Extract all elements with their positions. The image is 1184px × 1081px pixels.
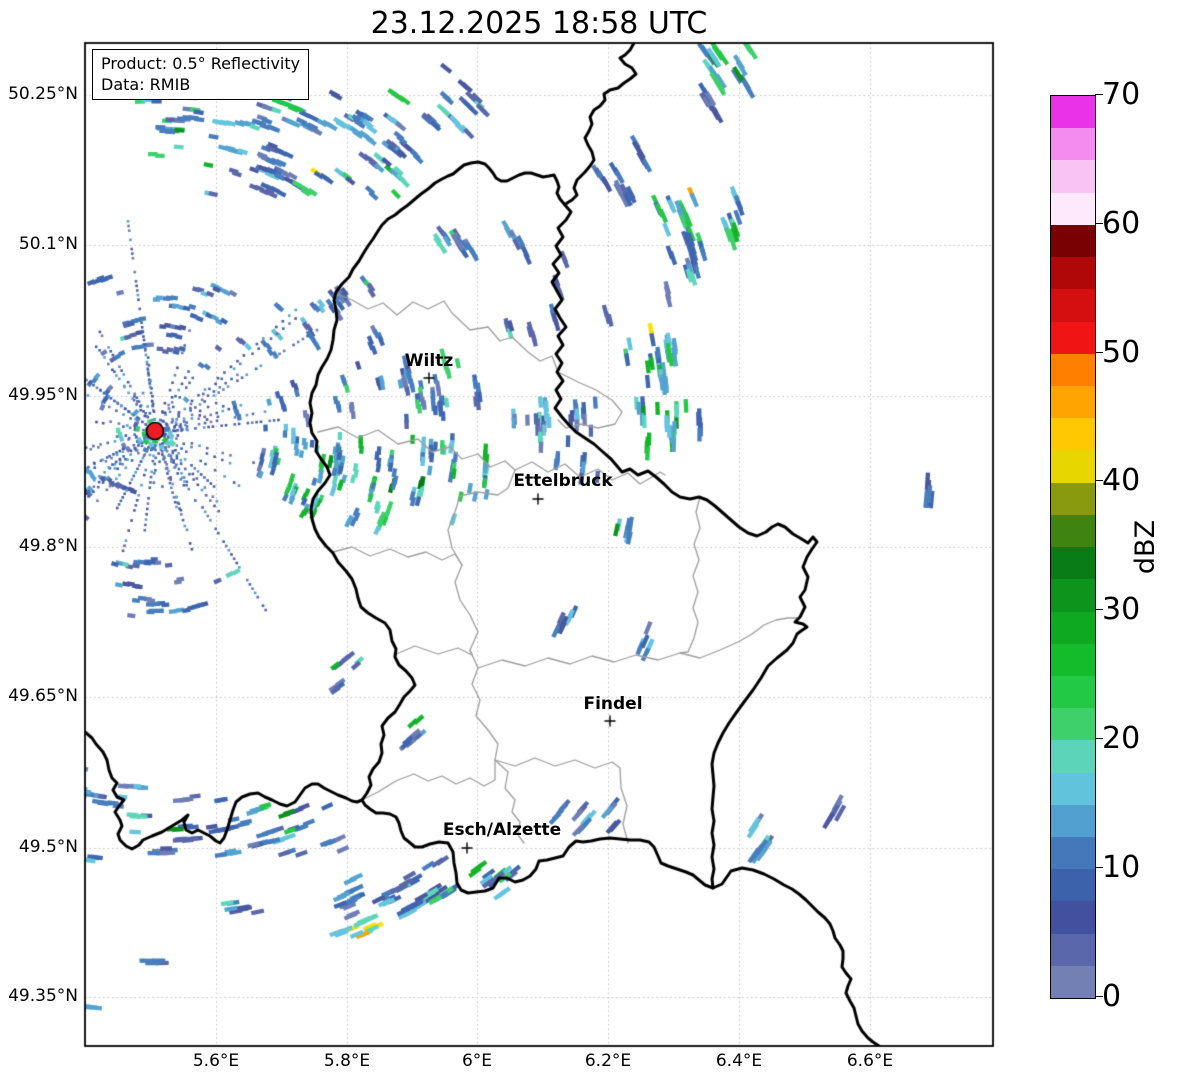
colorbar-tick-label: 10 <box>1102 850 1141 885</box>
info-box: Product: 0.5° Reflectivity Data: RMIB <box>92 49 310 101</box>
city-label: Findel <box>583 694 643 714</box>
colorbar-segment <box>1051 257 1095 290</box>
colorbar-segment <box>1051 353 1095 386</box>
x-tick-label: 5.6°E <box>192 1051 240 1071</box>
city-label: Ettelbruck <box>513 471 613 491</box>
y-tick-label: 50.25°N <box>8 84 78 104</box>
colorbar-tick-mark <box>1095 996 1103 997</box>
radar-map-canvas <box>0 0 1184 1081</box>
colorbar-segment <box>1051 611 1095 644</box>
colorbar-tick-mark <box>1095 94 1103 95</box>
colorbar-segment <box>1051 192 1095 225</box>
info-box-product-line: Product: 0.5° Reflectivity <box>101 54 301 73</box>
colorbar-segment <box>1051 321 1095 354</box>
colorbar <box>1050 95 1096 999</box>
y-tick-label: 49.35°N <box>8 986 78 1006</box>
colorbar-segment <box>1051 804 1095 838</box>
colorbar-segment <box>1051 289 1095 322</box>
colorbar-segment <box>1051 708 1095 741</box>
colorbar-segment <box>1051 418 1095 451</box>
y-tick-label: 49.5°N <box>18 837 78 857</box>
colorbar-tick-mark <box>1095 352 1103 353</box>
y-tick-label: 49.8°N <box>18 536 78 556</box>
colorbar-tick-mark <box>1095 738 1103 739</box>
colorbar-tick-mark <box>1095 223 1103 224</box>
colorbar-tick-mark <box>1095 480 1103 481</box>
info-box-data-line: Data: RMIB <box>101 75 191 95</box>
colorbar-segment <box>1051 837 1095 870</box>
colorbar-segment <box>1051 514 1095 548</box>
colorbar-segment <box>1051 643 1095 676</box>
x-tick-label: 6.6°E <box>846 1051 894 1071</box>
colorbar-segment <box>1051 450 1095 483</box>
city-label: Esch/Alzette <box>442 820 562 840</box>
colorbar-segment <box>1051 385 1095 419</box>
colorbar-segment <box>1051 933 1095 966</box>
colorbar-tick-label: 60 <box>1102 206 1141 241</box>
colorbar-tick-label: 40 <box>1102 463 1141 498</box>
colorbar-tick-label: 20 <box>1102 721 1141 756</box>
colorbar-tick-label: 0 <box>1102 979 1122 1014</box>
y-tick-label: 49.65°N <box>8 686 78 706</box>
colorbar-tick-label: 70 <box>1102 77 1141 112</box>
x-tick-label: 6.2°E <box>584 1051 632 1071</box>
colorbar-tick-mark <box>1095 609 1103 610</box>
page-title: 23.12.2025 18:58 UTC <box>370 6 708 41</box>
colorbar-segment <box>1051 675 1095 709</box>
city-label: Wiltz <box>404 351 454 371</box>
colorbar-segment <box>1051 160 1095 193</box>
colorbar-segment <box>1051 128 1095 161</box>
colorbar-segment <box>1051 482 1095 515</box>
colorbar-segment <box>1051 772 1095 805</box>
colorbar-tick-label: 30 <box>1102 592 1141 627</box>
colorbar-segment <box>1051 96 1095 129</box>
colorbar-segment <box>1051 740 1095 773</box>
colorbar-axis-label: dBZ <box>1130 519 1161 575</box>
colorbar-tick-label: 50 <box>1102 335 1141 370</box>
colorbar-tick-mark <box>1095 867 1103 868</box>
colorbar-segment <box>1051 224 1095 258</box>
colorbar-segment <box>1051 901 1095 934</box>
x-tick-label: 5.8°E <box>323 1051 371 1071</box>
colorbar-segment <box>1051 869 1095 902</box>
colorbar-segment <box>1051 579 1095 612</box>
colorbar-segment <box>1051 547 1095 580</box>
y-tick-label: 49.95°N <box>8 385 78 405</box>
x-tick-label: 6.4°E <box>715 1051 763 1071</box>
colorbar-segment <box>1051 965 1095 999</box>
y-tick-label: 50.1°N <box>18 234 78 254</box>
radar-app-window: 23.12.2025 18:58 UTC Product: 0.5° Refle… <box>0 0 1184 1081</box>
x-tick-label: 6°E <box>461 1051 493 1071</box>
